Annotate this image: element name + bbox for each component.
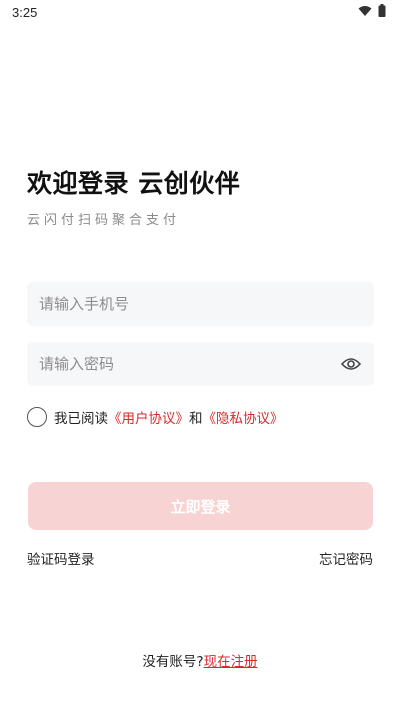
- page-subtitle: 云闪付扫码聚合支付: [27, 213, 181, 228]
- agreement-prefix: 我已阅读: [54, 411, 108, 427]
- page-title: 欢迎登录 云创伙伴: [27, 169, 241, 198]
- password-field[interactable]: [27, 342, 374, 386]
- wifi-icon: [358, 5, 372, 20]
- status-bar: 3:25: [0, 0, 400, 24]
- phone-input[interactable]: [39, 282, 362, 326]
- sms-login-link[interactable]: 验证码登录: [27, 548, 95, 568]
- register-row: 没有账号?现在注册: [0, 650, 400, 670]
- agreement-row: 我已阅读 《用户协议》 和 《隐私协议》: [27, 407, 284, 427]
- user-agreement-link[interactable]: 《用户协议》: [108, 407, 189, 427]
- no-account-text: 没有账号?: [142, 654, 204, 670]
- register-link[interactable]: 现在注册: [204, 654, 258, 670]
- status-icons: [358, 4, 386, 20]
- password-input[interactable]: [39, 342, 340, 386]
- agreement-radio[interactable]: [27, 407, 47, 427]
- battery-icon: [378, 4, 386, 20]
- forgot-password-link[interactable]: 忘记密码: [319, 548, 373, 568]
- phone-field[interactable]: [27, 282, 374, 326]
- eye-icon[interactable]: [340, 353, 362, 375]
- status-time: 3:25: [12, 4, 38, 20]
- login-button[interactable]: 立即登录: [28, 482, 373, 530]
- privacy-policy-link[interactable]: 《隐私协议》: [203, 407, 284, 427]
- agreement-and: 和: [189, 411, 203, 427]
